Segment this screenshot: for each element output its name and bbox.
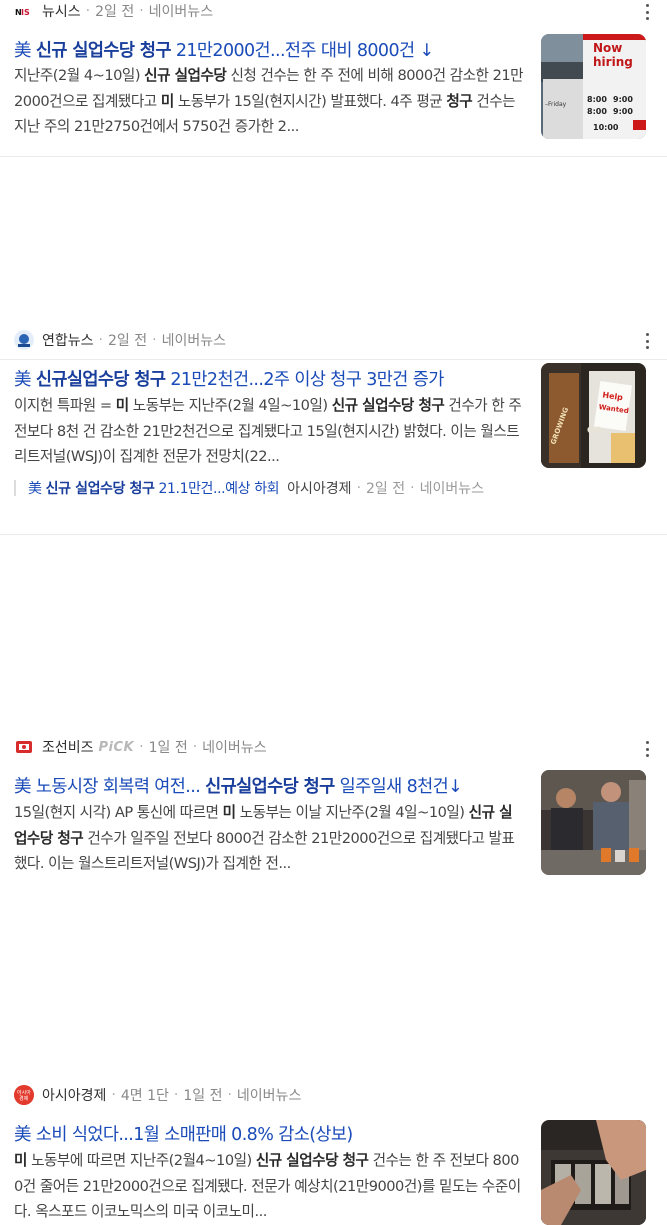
summary-segment: 건수가 일주일 전보다 8000건 감소한 21만2000건으로 집계됐다고 발… [14, 829, 515, 873]
dot-separator: · [139, 3, 144, 19]
svg-text:아시아: 아시아 [17, 1089, 31, 1096]
summary-highlight: 청구 [446, 92, 473, 110]
publish-time: 1일 전 [148, 740, 188, 756]
svg-text:IS: IS [21, 8, 30, 17]
dot-separator: · [173, 1087, 179, 1103]
svg-text:경제: 경제 [19, 1095, 29, 1102]
publish-time: 2일 전 [95, 4, 135, 20]
news-item: 연합뉴스 · 2일 전 · 네이버뉴스 美 신규실업수당 청구 21만2천건..… [0, 157, 667, 497]
more-options-icon[interactable] [645, 741, 649, 757]
dot-separator: · [192, 739, 198, 755]
headline-highlight: 신규 실업수당 청구 [35, 41, 172, 61]
summary-highlight: 신규 실업수당 청구 [255, 1152, 369, 1169]
news-item: 아시아 경제 아시아경제 · 4면 1단 · 1일 전 · 네이버뉴스 美 소비… [0, 535, 667, 1225]
svg-text:–Friday: –Friday [545, 101, 567, 108]
portal-link[interactable]: 네이버뉴스 [237, 1085, 301, 1105]
more-options-icon[interactable] [645, 333, 649, 349]
pick-badge: PiCK [98, 739, 135, 755]
press-logo[interactable] [14, 737, 34, 757]
svg-text:9:00: 9:00 [613, 95, 633, 104]
svg-text:hiring: hiring [593, 55, 633, 69]
summary-text[interactable]: 15일(현지 시각) AP 통신에 따르면 미 노동부는 이날 지난주(2월 4… [14, 800, 524, 876]
summary-segment: 15일(현지 시각) AP 통신에 따르면 [14, 804, 223, 821]
dot-separator: · [85, 3, 91, 19]
headline-prefix: 美 [14, 41, 36, 61]
news-item: 조선비즈 PiCK · 1일 전 · 네이버뉴스 美 노동시장 회복력 여전..… [0, 360, 667, 875]
portal-link[interactable]: 네이버뉴스 [162, 330, 226, 350]
thumbnail-image[interactable] [541, 1120, 646, 1225]
press-name[interactable]: 뉴시스 [42, 1, 81, 21]
dot-separator: · [139, 739, 144, 755]
publish-time: 1일 전 [183, 1088, 223, 1104]
news-item: N IS 뉴시스 · 2일 전 · 네이버뉴스 美 신규 실업수당 청구 21만… [0, 0, 667, 157]
source-row: N IS 뉴시스 · 2일 전 · 네이버뉴스 [14, 0, 213, 22]
headline-link[interactable]: 美 노동시장 회복력 여전... 신규실업수당 청구 일주일새 8천건↓ [14, 773, 524, 798]
dot-separator: · [98, 332, 103, 348]
svg-text:8:00: 8:00 [587, 107, 607, 116]
source-row: 아시아 경제 아시아경제 · 4면 1단 · 1일 전 · 네이버뉴스 [14, 1084, 301, 1106]
more-options-icon[interactable] [645, 4, 649, 20]
headline-suffix: 일주일새 8천건↓ [334, 777, 463, 797]
press-name[interactable]: 조선비즈 [42, 737, 94, 757]
summary-text[interactable]: 지난주(2월 4~10일) 신규 실업수당 신청 건수는 한 주 전에 비해 8… [14, 63, 524, 139]
summary-segment: 노동부가 15일(현지시간) 발표했다. 4주 평균 [173, 92, 447, 110]
dot-separator: · [111, 1087, 116, 1103]
summary-highlight: 미 [14, 1152, 27, 1169]
summary-segment: 노동부는 이날 지난주(2월 4일~10일) [235, 804, 469, 821]
portal-link[interactable]: 네이버뉴스 [202, 737, 266, 757]
summary-segment: 지난주(2월 4~10일) [14, 67, 145, 84]
svg-text:8:00: 8:00 [587, 95, 607, 104]
dot-separator: · [227, 1087, 232, 1103]
svg-text:10:00: 10:00 [593, 123, 619, 132]
thumb-text-now: Now [593, 41, 622, 55]
summary-highlight: 미 [222, 804, 236, 821]
source-row: 연합뉴스 · 2일 전 · 네이버뉴스 [14, 329, 226, 351]
headline-link[interactable]: 美 소비 식었다...1월 소매판매 0.8% 감소(상보) [14, 1121, 524, 1146]
dot-separator: · [152, 332, 157, 348]
headline-link[interactable]: 美 신규 실업수당 청구 21만2000건...전주 대비 8000건 ↓ [14, 37, 524, 62]
press-logo[interactable]: N IS [14, 1, 34, 21]
summary-segment: 노동부에 따르면 지난주(2월4~10일) [26, 1152, 256, 1169]
portal-link[interactable]: 네이버뉴스 [149, 1, 213, 21]
press-logo[interactable] [14, 330, 34, 350]
publish-time: 2일 전 [107, 333, 148, 349]
summary-highlight: 신규 실업수당 [144, 67, 227, 84]
summary-highlight: 미 [160, 92, 174, 110]
headline-prefix: 美 소비 식었다...1월 소매판매 0.8% 감소(상보) [14, 1125, 353, 1145]
thumbnail-image[interactable] [541, 770, 646, 875]
press-logo[interactable]: 아시아 경제 [14, 1085, 34, 1105]
thumbnail-image[interactable]: Now hiring –Friday 9:00 9:00 8:00 8:00 1… [541, 34, 646, 139]
headline-prefix: 美 노동시장 회복력 여전... [14, 777, 206, 797]
summary-text[interactable]: 미 노동부에 따르면 지난주(2월4~10일) 신규 실업수당 청구 건수는 한… [14, 1148, 524, 1224]
press-name[interactable]: 연합뉴스 [42, 330, 94, 350]
headline-suffix: 21만2000건...전주 대비 8000건 ↓ [170, 41, 434, 61]
svg-text:9:00: 9:00 [613, 107, 633, 116]
press-name[interactable]: 아시아경제 [42, 1085, 106, 1105]
print-page: 4면 1단 [120, 1088, 169, 1104]
source-row: 조선비즈 PiCK · 1일 전 · 네이버뉴스 [14, 736, 267, 758]
headline-highlight: 신규실업수당 청구 [205, 777, 335, 797]
